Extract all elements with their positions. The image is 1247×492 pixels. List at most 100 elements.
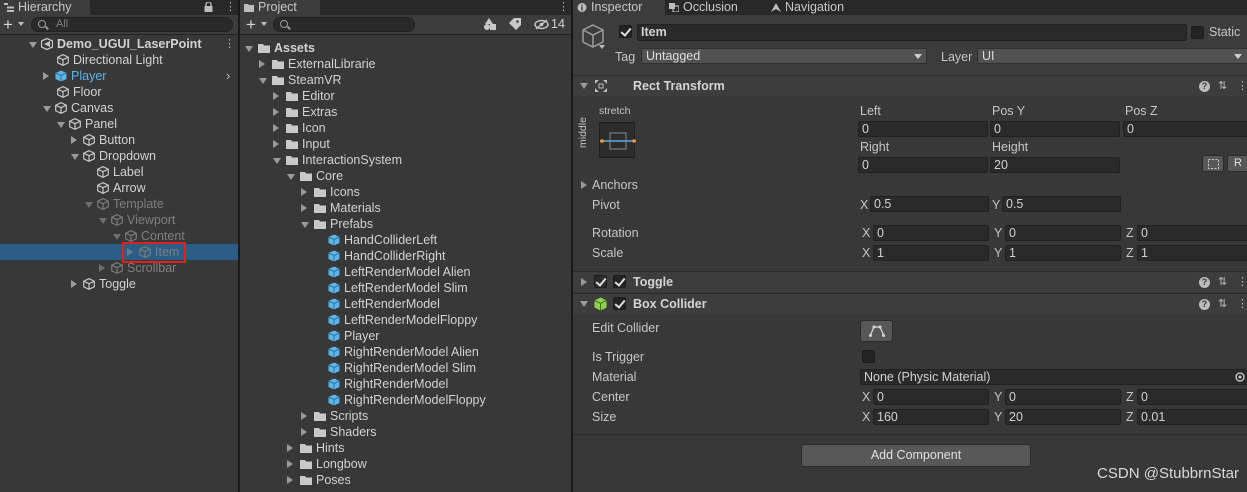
- project-item-row[interactable]: Player: [240, 328, 571, 344]
- rotation-x-field[interactable]: 0: [873, 225, 989, 241]
- more-menu-icon[interactable]: ⋮: [558, 2, 569, 13]
- hierarchy-item-row[interactable]: Arrow: [0, 180, 238, 196]
- expand-down-arrow-icon[interactable]: [57, 122, 65, 128]
- size-z-field[interactable]: 0.01: [1137, 409, 1247, 425]
- project-item-row[interactable]: Materials: [240, 200, 571, 216]
- box-collider-header[interactable]: Box Collider ? ⇅ ⋮: [573, 293, 1247, 314]
- expand-down-arrow-icon[interactable]: [85, 202, 93, 208]
- collapse-right-arrow-icon[interactable]: [287, 444, 293, 452]
- tab-hierarchy[interactable]: Hierarchy: [0, 0, 90, 15]
- project-item-row[interactable]: RightRenderModel Slim: [240, 360, 571, 376]
- posy-field[interactable]: 0: [990, 121, 1120, 137]
- project-item-row[interactable]: RightRenderModelFloppy: [240, 392, 571, 408]
- collapse-right-arrow-icon[interactable]: [301, 412, 307, 420]
- project-item-row[interactable]: RightRenderModel Alien: [240, 344, 571, 360]
- anchors-label[interactable]: Anchors: [592, 178, 638, 192]
- expand-down-arrow-icon[interactable]: [113, 234, 121, 240]
- collapse-right-arrow-icon[interactable]: [99, 264, 105, 272]
- left-field[interactable]: 0: [858, 121, 988, 137]
- lock-icon[interactable]: [204, 2, 213, 12]
- static-checkbox[interactable]: [1191, 26, 1204, 39]
- collapse-right-arrow-icon[interactable]: [273, 108, 279, 116]
- collapse-right-arrow-icon[interactable]: [301, 428, 307, 436]
- center-y-field[interactable]: 0: [1005, 389, 1121, 405]
- anchors-expand-arrow-icon[interactable]: [581, 181, 587, 189]
- project-item-row[interactable]: HandColliderRight: [240, 248, 571, 264]
- hierarchy-item-row[interactable]: Item: [0, 244, 238, 260]
- center-z-field[interactable]: 0: [1137, 389, 1247, 405]
- project-item-row[interactable]: HandColliderLeft: [240, 232, 571, 248]
- add-icon[interactable]: +: [246, 16, 256, 33]
- project-search-input[interactable]: [273, 17, 415, 32]
- chevron-down-icon[interactable]: [18, 22, 24, 26]
- add-component-button[interactable]: Add Component: [801, 444, 1031, 467]
- collapse-right-arrow-icon[interactable]: [273, 124, 279, 132]
- project-item-row[interactable]: LeftRenderModel Slim: [240, 280, 571, 296]
- project-item-row[interactable]: Scripts: [240, 408, 571, 424]
- hierarchy-item-row[interactable]: Template: [0, 196, 238, 212]
- hierarchy-item-row[interactable]: Directional Light: [0, 52, 238, 68]
- expand-arrow-icon[interactable]: [581, 278, 587, 286]
- collapse-arrow-icon[interactable]: [580, 83, 588, 89]
- hierarchy-item-row[interactable]: Canvas: [0, 100, 238, 116]
- posz-field[interactable]: 0: [1123, 121, 1247, 137]
- project-item-row[interactable]: SteamVR: [240, 72, 571, 88]
- project-item-row[interactable]: RightRenderModel: [240, 376, 571, 392]
- height-field[interactable]: 20: [990, 157, 1120, 173]
- pivot-y-field[interactable]: 0.5: [1002, 196, 1121, 212]
- anchor-presets-button[interactable]: [599, 122, 636, 158]
- project-item-row[interactable]: Prefabs: [240, 216, 571, 232]
- right-field[interactable]: 0: [858, 157, 988, 173]
- filter-by-type-icon[interactable]: [483, 18, 497, 31]
- scale-x-field[interactable]: 1: [873, 245, 989, 261]
- project-item-row[interactable]: LeftRenderModel: [240, 296, 571, 312]
- project-item-row[interactable]: Shaders: [240, 424, 571, 440]
- add-icon[interactable]: +: [3, 16, 13, 33]
- project-item-row[interactable]: Poses: [240, 472, 571, 488]
- expand-down-arrow-icon[interactable]: [71, 154, 79, 160]
- collapse-right-arrow-icon[interactable]: [259, 60, 265, 68]
- project-item-row[interactable]: Core: [240, 168, 571, 184]
- collapse-right-arrow-icon[interactable]: [273, 140, 279, 148]
- project-item-row[interactable]: Input: [240, 136, 571, 152]
- collapse-arrow-icon[interactable]: [580, 301, 588, 307]
- filter-by-label-icon[interactable]: [509, 18, 521, 30]
- hierarchy-search-input[interactable]: All: [31, 17, 233, 32]
- scale-y-field[interactable]: 1: [1005, 245, 1121, 261]
- project-item-row[interactable]: Hints: [240, 440, 571, 456]
- hierarchy-item-row[interactable]: Button: [0, 132, 238, 148]
- scale-z-field[interactable]: 1: [1137, 245, 1247, 261]
- more-menu-icon[interactable]: ⋮: [224, 36, 235, 52]
- expand-down-arrow-icon[interactable]: [43, 106, 51, 112]
- help-icon[interactable]: ?: [1199, 299, 1210, 310]
- toggle-enabled-checkbox[interactable]: [613, 275, 626, 288]
- size-x-field[interactable]: 160: [873, 409, 989, 425]
- hierarchy-item-row[interactable]: Toggle: [0, 276, 238, 292]
- toggle-header[interactable]: Toggle ? ⇅ ⋮: [573, 271, 1247, 292]
- project-item-row[interactable]: Longbow: [240, 456, 571, 472]
- expand-down-arrow-icon[interactable]: [99, 218, 107, 224]
- help-icon[interactable]: ?: [1199, 81, 1210, 92]
- rotation-y-field[interactable]: 0: [1005, 225, 1121, 241]
- project-item-row[interactable]: Editor: [240, 88, 571, 104]
- collapse-right-arrow-icon[interactable]: [273, 92, 279, 100]
- raw-edit-button[interactable]: R: [1227, 155, 1247, 172]
- edit-collider-button[interactable]: [860, 320, 893, 342]
- collapse-right-arrow-icon[interactable]: [43, 72, 49, 80]
- project-item-row[interactable]: ExternalLibrarie: [240, 56, 571, 72]
- tab-navigation[interactable]: Navigation: [767, 0, 877, 15]
- collapse-right-arrow-icon[interactable]: [287, 460, 293, 468]
- collapse-right-arrow-icon[interactable]: [287, 476, 293, 484]
- project-item-row[interactable]: Assets: [240, 40, 571, 56]
- blueprint-mode-button[interactable]: [1202, 155, 1224, 172]
- tab-occlusion[interactable]: Occlusion: [665, 0, 767, 15]
- chevron-down-icon[interactable]: [261, 22, 267, 26]
- pivot-x-field[interactable]: 0.5: [870, 196, 989, 212]
- expand-down-arrow-icon[interactable]: [259, 78, 267, 84]
- collapse-right-arrow-icon[interactable]: [301, 188, 307, 196]
- project-item-row[interactable]: LeftRenderModel Alien: [240, 264, 571, 280]
- tag-dropdown[interactable]: Untagged: [641, 48, 927, 64]
- expand-down-arrow-icon[interactable]: [273, 158, 281, 164]
- more-menu-icon[interactable]: ⋮: [225, 2, 236, 13]
- object-name-field[interactable]: Item: [637, 24, 1187, 41]
